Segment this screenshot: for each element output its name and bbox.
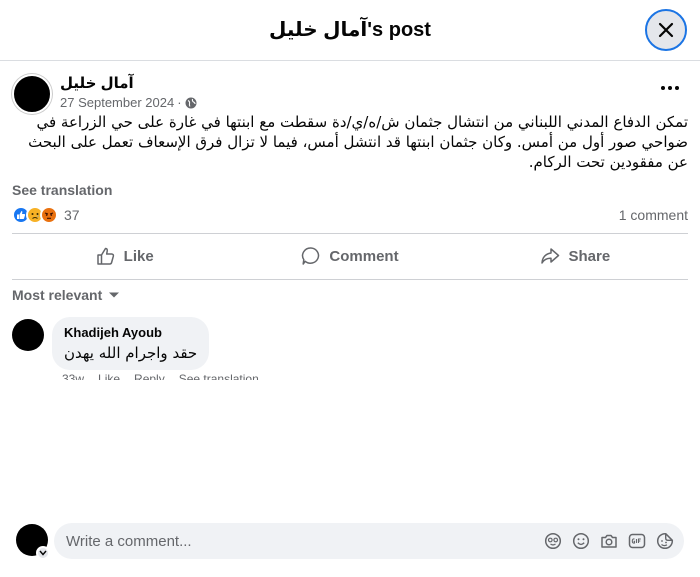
chevron-down-icon — [39, 550, 47, 556]
emoji-icon — [572, 532, 589, 549]
close-button[interactable] — [645, 9, 687, 51]
emoji-button[interactable] — [571, 531, 590, 550]
comment-reply-link[interactable]: Reply — [134, 372, 165, 380]
gif-icon — [628, 533, 645, 548]
angry-reaction-icon — [40, 206, 58, 224]
divider — [12, 279, 688, 280]
comment-age[interactable]: 33w — [62, 372, 84, 380]
sticker-button[interactable] — [655, 531, 674, 550]
avatar-sticker-icon — [544, 532, 561, 549]
more-icon — [661, 86, 665, 90]
share-button[interactable]: Share — [463, 234, 688, 278]
comment-meta: 33w Like Reply See translation — [62, 372, 259, 380]
comment-composer — [54, 523, 684, 559]
like-button[interactable]: Like — [12, 234, 237, 278]
comment-label: Comment — [329, 247, 399, 265]
like-label: Like — [123, 247, 154, 265]
comment-see-translation-link[interactable]: See translation — [179, 372, 259, 380]
comment-button[interactable]: Comment — [237, 234, 462, 278]
camera-icon — [600, 534, 617, 548]
reactions-summary[interactable]: 37 — [12, 206, 80, 224]
more-options-button[interactable] — [656, 78, 684, 98]
gif-button[interactable] — [627, 531, 646, 550]
action-bar: Like Comment Share — [12, 234, 688, 278]
commenter-name[interactable]: Khadijeh Ayoub — [64, 325, 197, 340]
meta-separator: · — [177, 95, 182, 110]
comment-input[interactable] — [66, 523, 536, 559]
caret-down-icon — [109, 292, 120, 298]
dialog-title: آمال خليل's post — [269, 19, 431, 41]
comment-count[interactable]: 1 comment — [619, 207, 688, 223]
commenter-avatar[interactable] — [12, 319, 44, 351]
dialog-header: آمال خليل's post — [0, 0, 700, 61]
globe-icon[interactable] — [185, 97, 197, 109]
comment-text: حقد واجرام الله يهدن — [64, 344, 198, 362]
see-translation-link[interactable]: See translation — [12, 182, 112, 198]
composer-toolbar — [543, 531, 674, 550]
comment-like-link[interactable]: Like — [98, 372, 120, 380]
avatar-sticker-button[interactable] — [543, 531, 562, 550]
share-icon — [541, 248, 560, 264]
author-avatar[interactable] — [12, 74, 52, 114]
sort-label: Most relevant — [12, 287, 103, 303]
post-date[interactable]: 27 September 2024 — [60, 95, 174, 110]
more-icon-dot — [675, 86, 679, 90]
sticker-icon — [656, 532, 673, 549]
comment-icon — [302, 247, 320, 265]
author-name[interactable]: آمال خليل — [60, 74, 134, 92]
share-label: Share — [568, 247, 611, 265]
camera-button[interactable] — [599, 531, 618, 550]
post-meta: 27 September 2024 · — [60, 95, 197, 110]
more-icon-dot — [668, 86, 672, 90]
post-text: تمكن الدفاع المدني اللبناني من انتشال جث… — [28, 113, 688, 171]
reaction-count[interactable]: 37 — [64, 207, 80, 223]
like-icon — [96, 247, 114, 265]
comment-bubble: Khadijeh Ayoub حقد واجرام الله يهدن — [52, 317, 210, 370]
close-icon — [658, 22, 674, 38]
account-switch-badge[interactable] — [36, 546, 50, 560]
comment-sort-dropdown[interactable]: Most relevant — [12, 287, 120, 303]
